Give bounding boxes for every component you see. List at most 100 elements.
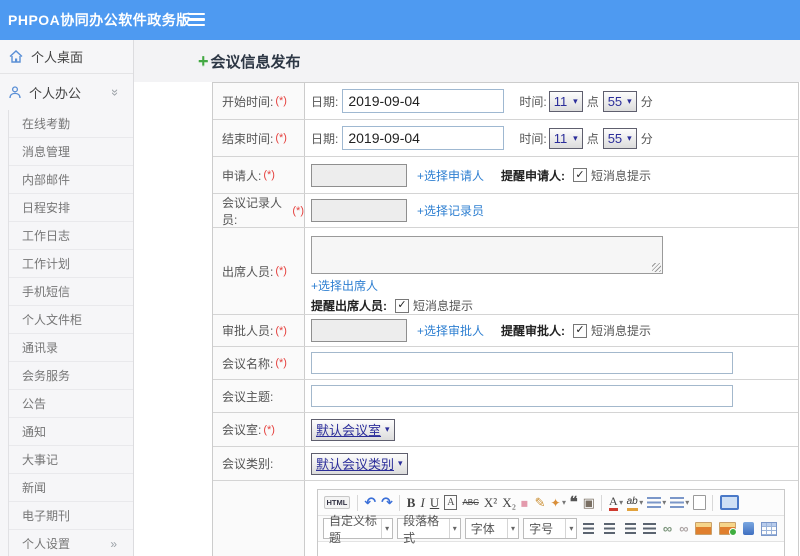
app-window: PHPOA协同办公软件政务版 个人桌面 个人办公 » 在线考勤 消息管理 内部邮件日… — [0, 0, 800, 556]
end-hour-select[interactable]: 11 ▾ — [548, 127, 583, 149]
required-mark: (*) — [275, 357, 287, 369]
sms-checkbox[interactable]: ✓ — [395, 298, 409, 313]
align-justify-icon[interactable] — [642, 523, 656, 534]
select-applicant-link[interactable]: +选择申请人 — [417, 167, 484, 184]
form-row-start-time: 开始时间:(*) 日期: 时间: 11▾ 点 55▾ 分 — [213, 83, 798, 120]
fullscreen-icon[interactable] — [719, 495, 739, 510]
start-minute-select[interactable]: 55 ▾ — [602, 90, 637, 112]
select-recorder-link[interactable]: +选择记录员 — [417, 202, 484, 219]
media-icon[interactable] — [743, 522, 755, 535]
sidebar-item[interactable]: 内部邮件 — [9, 166, 133, 194]
align-center-icon[interactable] — [602, 523, 616, 534]
sidebar-item[interactable]: 工作日志 — [9, 222, 133, 250]
subscript-icon[interactable]: X₂ — [502, 493, 516, 513]
toolbar-separator — [399, 494, 401, 511]
sidebar-item[interactable]: 通讯录 — [9, 334, 133, 362]
redo-icon[interactable]: ↷ — [381, 493, 393, 513]
sidebar-item[interactable]: 大事记 — [9, 446, 133, 474]
sidebar-item[interactable]: 电子期刊 — [9, 502, 133, 530]
app-title: PHPOA协同办公软件政务版 — [8, 12, 191, 28]
font-color-icon[interactable]: A — [608, 494, 618, 511]
paste-icon[interactable]: ▣ — [583, 493, 595, 513]
sidebar-item[interactable]: 在线考勤 — [9, 110, 133, 138]
sidebar-item[interactable]: 消息管理 — [9, 138, 133, 166]
editor-content-area[interactable] — [318, 542, 784, 556]
sidebar-item[interactable]: 手机短信 — [9, 278, 133, 306]
sidebar-item[interactable]: 通知 — [9, 418, 133, 446]
attendees-textarea[interactable] — [311, 236, 663, 274]
end-minute-select[interactable]: 55 ▾ — [602, 127, 637, 149]
sidebar-item[interactable]: 新闻 — [9, 474, 133, 502]
sidebar-item-office[interactable]: 个人办公 » — [0, 74, 133, 110]
dropdown-arrow-icon[interactable]: ▾ — [639, 493, 643, 513]
source-code-button[interactable]: HTML — [323, 496, 351, 509]
dropdown-arrow-icon[interactable]: ▾ — [619, 493, 623, 513]
date-label: 日期: — [311, 131, 339, 146]
new-page-icon[interactable] — [692, 495, 706, 510]
chevrons-down-icon: » — [107, 88, 123, 96]
sidebar-item-settings[interactable]: 个人设置 » — [9, 530, 133, 556]
meeting-name-input[interactable] — [311, 352, 733, 374]
unordered-list-icon[interactable] — [669, 497, 684, 508]
form-row-meeting-room: 会议室: (*) 默认会议室 ▾ — [213, 413, 798, 447]
bold-icon[interactable]: B — [407, 493, 416, 513]
sms-checkbox[interactable]: ✓ — [573, 168, 588, 182]
unlink-icon[interactable]: ∞ — [679, 519, 688, 539]
table-icon[interactable] — [761, 521, 778, 536]
blockquote-icon[interactable]: ❝ — [570, 493, 578, 513]
menu-icon[interactable] — [188, 13, 205, 29]
approver-input[interactable] — [311, 319, 407, 342]
paint-format-icon[interactable]: ✦ — [550, 493, 560, 513]
dropdown-arrow-icon: ▾ — [565, 519, 576, 538]
toolbar-separator — [601, 494, 603, 511]
sidebar-item[interactable]: 会务服务 — [9, 362, 133, 390]
end-date-input[interactable] — [342, 126, 505, 150]
ordered-list-icon[interactable] — [646, 497, 661, 508]
sidebar-item[interactable]: 个人文件柜 — [9, 306, 133, 334]
italic-icon[interactable]: I — [420, 493, 424, 513]
paragraph-format-select[interactable]: 段落格式 ▾ — [397, 514, 461, 545]
start-date-input[interactable] — [342, 89, 505, 113]
insert-image-icon[interactable] — [719, 522, 738, 536]
link-icon[interactable]: ∞ — [663, 519, 672, 539]
sidebar-item[interactable]: 工作计划 — [9, 250, 133, 278]
user-icon — [9, 85, 21, 99]
font-border-icon[interactable]: A — [444, 495, 458, 510]
clear-format-brush-icon[interactable]: ✎ — [535, 493, 546, 513]
align-left-icon[interactable] — [582, 523, 596, 534]
dropdown-arrow-icon[interactable]: ▾ — [562, 493, 566, 513]
image-icon[interactable] — [695, 522, 713, 535]
strikethrough-icon[interactable]: ABC — [462, 493, 478, 513]
sms-label: 短消息提示 — [591, 168, 652, 183]
highlight-color-icon[interactable]: ab — [626, 495, 638, 511]
applicant-input[interactable] — [311, 163, 407, 187]
font-family-select[interactable]: 字体 ▾ — [464, 518, 520, 539]
font-size-select[interactable]: 字号 ▾ — [523, 518, 578, 539]
dropdown-arrow-icon[interactable]: ▾ — [685, 493, 689, 513]
sidebar: 个人桌面 个人办公 » 在线考勤 消息管理 内部邮件 日程安排 工作日志 工作计划 手机短信… — [0, 40, 134, 556]
field-label: 会议室: (*) — [213, 413, 304, 446]
resize-grip[interactable] — [652, 263, 661, 272]
sidebar-item[interactable]: 公告 — [9, 390, 133, 418]
meeting-category-select[interactable]: 默认会议类别 ▾ — [311, 452, 408, 475]
dropdown-arrow-icon[interactable]: ▾ — [662, 493, 666, 513]
heading-style-select[interactable]: 自定义标题 ▾ — [323, 514, 394, 545]
undo-icon[interactable]: ↶ — [364, 493, 376, 513]
meeting-subject-input[interactable] — [311, 385, 733, 407]
sms-checkbox[interactable]: ✓ — [573, 323, 588, 338]
form-row-meeting-subject: 会议主题: — [213, 380, 798, 413]
start-hour-select[interactable]: 11 ▾ — [548, 90, 583, 112]
meeting-room-select[interactable]: 默认会议室 ▾ — [311, 418, 395, 441]
select-attendees-link[interactable]: +选择出席人 — [311, 279, 378, 293]
dropdown-arrow-icon: ▾ — [507, 519, 518, 538]
recorder-input[interactable] — [311, 199, 407, 222]
align-right-icon[interactable] — [622, 523, 636, 534]
required-mark: (*) — [275, 324, 287, 337]
sidebar-item-desktop[interactable]: 个人桌面 — [0, 40, 133, 74]
superscript-icon[interactable]: X² — [484, 493, 497, 513]
sidebar-item[interactable]: 日程安排 — [9, 194, 133, 222]
eraser-icon[interactable]: ◆ — [515, 492, 535, 512]
underline-icon[interactable]: U — [430, 493, 439, 513]
form-row-meeting-category: 会议类别: 默认会议类别 ▾ — [213, 447, 798, 481]
select-approver-link[interactable]: +选择审批人 — [417, 322, 484, 339]
